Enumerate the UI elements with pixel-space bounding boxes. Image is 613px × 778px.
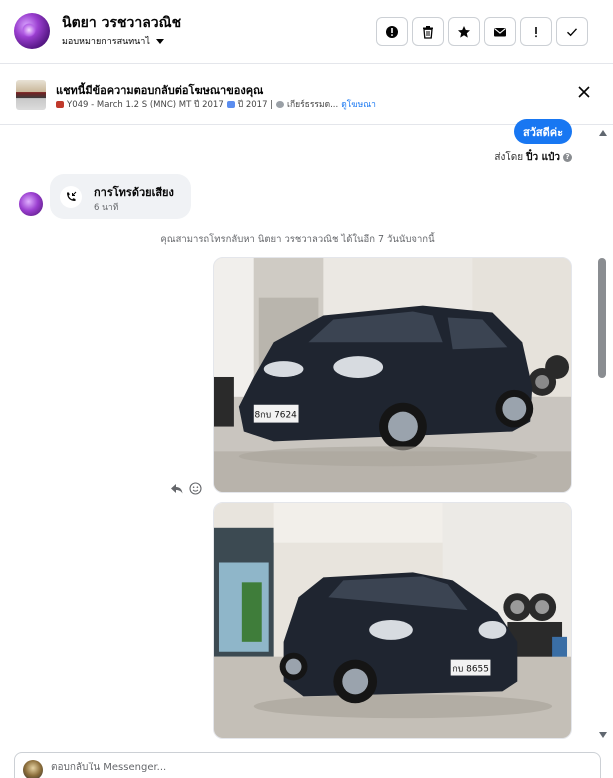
car-icon [56, 100, 64, 108]
assign-label: มอบหมายการสนทนาไ [62, 37, 150, 47]
close-icon[interactable] [577, 85, 591, 99]
report-button[interactable] [376, 17, 408, 46]
flag-button[interactable] [520, 17, 552, 46]
sent-by-line: ส่งโดย ปิ๋ว แป๋ว ? [494, 150, 572, 165]
contact-name[interactable]: นิตยา วรชวาลวณิช [62, 12, 181, 34]
ad-thumbnail[interactable] [16, 80, 46, 110]
reply-composer[interactable] [14, 752, 601, 778]
assign-conversation-dropdown[interactable]: มอบหมายการสนทนาไ [62, 34, 164, 48]
scroll-down-arrow-icon[interactable] [599, 732, 607, 738]
alert-circle-icon [386, 25, 398, 38]
view-ad-link[interactable]: ดูโฆษณา [341, 97, 376, 111]
page-avatar [23, 760, 43, 778]
ad-model: Y049 - March 1.2 S (MNC) MT ปี 2017 [67, 100, 224, 110]
info-icon[interactable]: ? [563, 153, 572, 162]
ad-gear: เกียร์ธรรมด... [287, 100, 339, 110]
plate-1-text: 8กบ 7624 [254, 411, 297, 421]
check-icon [567, 27, 578, 36]
envelope-icon [494, 27, 506, 36]
call-title: การโทรด้วยเสียง [94, 186, 174, 199]
sent-by-prefix: ส่งโดย [494, 152, 524, 163]
trash-icon [423, 25, 433, 39]
conversation-header: นิตยา วรชวาลวณิช มอบหมายการสนทนาไ [0, 0, 613, 64]
scroll-up-arrow-icon[interactable] [599, 130, 607, 136]
contact-avatar[interactable] [14, 13, 50, 49]
header-actions [376, 17, 588, 46]
call-duration: 6 นาที [94, 203, 119, 213]
phone-incoming-icon [60, 186, 82, 208]
ad-year: ปี 2017 | [237, 100, 274, 110]
outgoing-message-bubble[interactable]: สวัสดีค่ะ [514, 119, 573, 144]
voice-call-card[interactable]: การโทรด้วยเสียง 6 นาที [50, 174, 191, 219]
car-photo-1-image: 8กบ 7624 [214, 258, 571, 492]
ad-banner-meta: Y049 - March 1.2 S (MNC) MT ปี 2017 ปี 2… [56, 97, 376, 111]
delete-button[interactable] [412, 17, 444, 46]
exclamation-icon [535, 26, 537, 37]
car-photo-2-image: กบ 8655 [214, 503, 571, 738]
calendar-icon [226, 100, 235, 108]
emoji-reaction-icon[interactable] [189, 482, 202, 495]
thread-scrollbar[interactable] [595, 126, 609, 746]
plate-2-text: กบ 8655 [452, 665, 489, 675]
car-photo-2[interactable]: กบ 8655 [213, 502, 572, 739]
star-icon [458, 25, 470, 38]
mark-unread-button[interactable] [484, 17, 516, 46]
sent-by-name: ปิ๋ว แป๋ว [526, 152, 560, 163]
star-button[interactable] [448, 17, 480, 46]
reply-input[interactable] [51, 762, 551, 773]
caret-down-icon [155, 38, 164, 44]
ad-reply-banner: แชทนี้มีข้อความตอบกลับต่อโฆษณาของคุณ Y04… [0, 65, 613, 125]
gear-icon [276, 100, 285, 108]
reply-icon[interactable] [170, 482, 183, 495]
done-button[interactable] [556, 17, 588, 46]
callback-notice: คุณสามารถโทรกลับหา นิตยา วรชวาลวณิช ได้ใ… [160, 234, 435, 245]
contact-avatar-small[interactable] [19, 192, 43, 216]
car-photo-1[interactable]: 8กบ 7624 [213, 257, 572, 493]
scrollbar-thumb[interactable] [598, 258, 606, 378]
